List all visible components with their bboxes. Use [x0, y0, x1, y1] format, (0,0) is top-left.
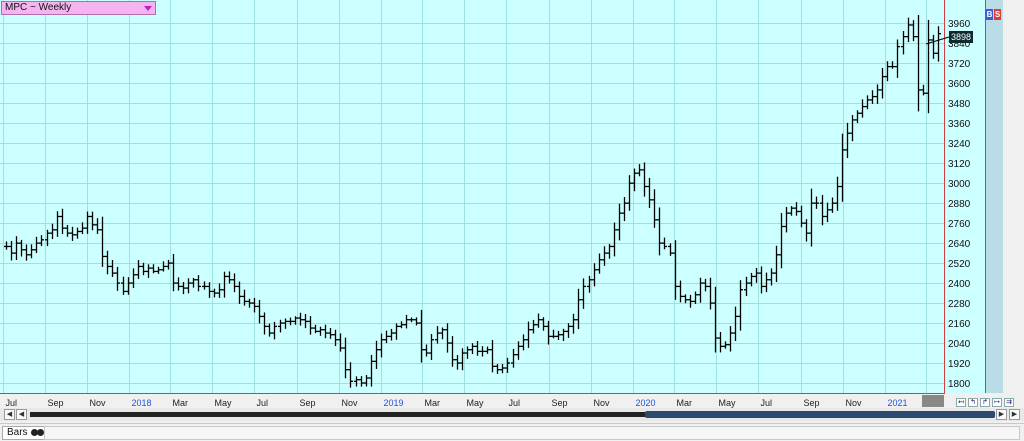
x-tick-month-label: Sep: [552, 398, 568, 408]
scroll-back-icon[interactable]: ↰: [968, 398, 978, 407]
chart-window: 1800 1920 2040 2160 2280 2400 2520 2640 2760 2880…: [0, 0, 1024, 441]
symbol-label: MPC ~ Weekly: [5, 2, 72, 13]
x-tick-month-label: May: [719, 398, 737, 408]
time-axis-end-marker: [922, 395, 944, 407]
symbol-selector[interactable]: MPC ~ Weekly: [1, 1, 156, 15]
y-tick-label: 3000: [948, 179, 971, 190]
dropdown-arrow-icon[interactable]: [144, 6, 152, 11]
x-tick-year-label: 2019: [384, 398, 404, 408]
price-chart[interactable]: 1800 1920 2040 2160 2280 2400 2520 2640 2760 2880…: [0, 0, 1024, 441]
x-tick-month-label: Mar: [425, 398, 441, 408]
bars-tab-label: Bars: [7, 427, 28, 438]
y-tick-label: 2400: [948, 279, 971, 290]
y-tick-label: 2280: [948, 299, 971, 310]
y-tick-label: 2040: [948, 339, 971, 350]
x-tick-month-label: Nov: [90, 398, 107, 408]
x-tick-month-label: Jul: [509, 398, 521, 408]
y-tick-label: 2640: [948, 239, 971, 250]
x-tick-month-label: Jul: [6, 398, 18, 408]
x-tick-month-label: May: [215, 398, 233, 408]
sell-button[interactable]: S: [994, 9, 1001, 20]
chart-area[interactable]: [0, 0, 945, 393]
x-tick-year-label: 2020: [636, 398, 656, 408]
bars-tab[interactable]: Bars: [2, 426, 50, 440]
scroll-left-end-icon[interactable]: ◀: [4, 409, 15, 420]
y-tick-label: 2760: [948, 219, 971, 230]
scroll-left-icon[interactable]: ◀: [16, 409, 27, 420]
jump-start-icon[interactable]: ↤: [956, 398, 966, 407]
fit-chart-icon[interactable]: ⇉: [1004, 398, 1014, 407]
y-tick-label: 2520: [948, 259, 971, 270]
horizontal-scrollbar[interactable]: ◀ ◀ ▶ ▶: [0, 408, 1024, 421]
y-tick-label: 2880: [948, 199, 971, 210]
date-axis-labels: Jul Sep Nov 2018 Mar May Jul Sep Nov 2019 Mar May Ju…: [6, 398, 945, 408]
status-field: [44, 426, 1020, 440]
x-tick-month-label: Mar: [677, 398, 693, 408]
x-tick-month-label: Jul: [257, 398, 269, 408]
last-price-tag: 3898: [949, 31, 973, 43]
x-tick-month-label: Sep: [804, 398, 820, 408]
x-tick-month-label: Nov: [846, 398, 863, 408]
y-tick-label: 1920: [948, 359, 971, 370]
y-tick-label: 3480: [948, 99, 971, 110]
x-tick-month-label: Mar: [173, 398, 189, 408]
x-tick-month-label: Sep: [300, 398, 316, 408]
status-bar: Bars: [0, 423, 1024, 441]
x-tick-month-label: Nov: [594, 398, 611, 408]
x-tick-month-label: Sep: [48, 398, 64, 408]
y-tick-label: 3240: [948, 139, 971, 150]
buy-button[interactable]: B: [986, 9, 993, 20]
y-tick-label: 3960: [948, 19, 971, 30]
y-tick-label: 3720: [948, 59, 971, 70]
x-tick-year-label: 2018: [132, 398, 152, 408]
scroll-thumb[interactable]: [645, 411, 995, 418]
y-tick-label: 2160: [948, 319, 971, 330]
y-tick-label: 3600: [948, 79, 971, 90]
scroll-right-end-icon[interactable]: ▶: [1009, 409, 1020, 420]
link-icon: [30, 429, 45, 437]
jump-end-icon[interactable]: ↦: [992, 398, 1002, 407]
y-tick-label: 1800: [948, 379, 971, 390]
scroll-right-icon[interactable]: ▶: [996, 409, 1007, 420]
scroll-forward-icon[interactable]: ↱: [980, 398, 990, 407]
x-tick-month-label: May: [467, 398, 485, 408]
x-tick-month-label: Jul: [761, 398, 773, 408]
right-strip: [985, 0, 1003, 393]
x-tick-month-label: Nov: [342, 398, 359, 408]
y-tick-label: 3360: [948, 119, 971, 130]
x-tick-year-label: 2021: [888, 398, 908, 408]
y-tick-label: 3120: [948, 159, 971, 170]
